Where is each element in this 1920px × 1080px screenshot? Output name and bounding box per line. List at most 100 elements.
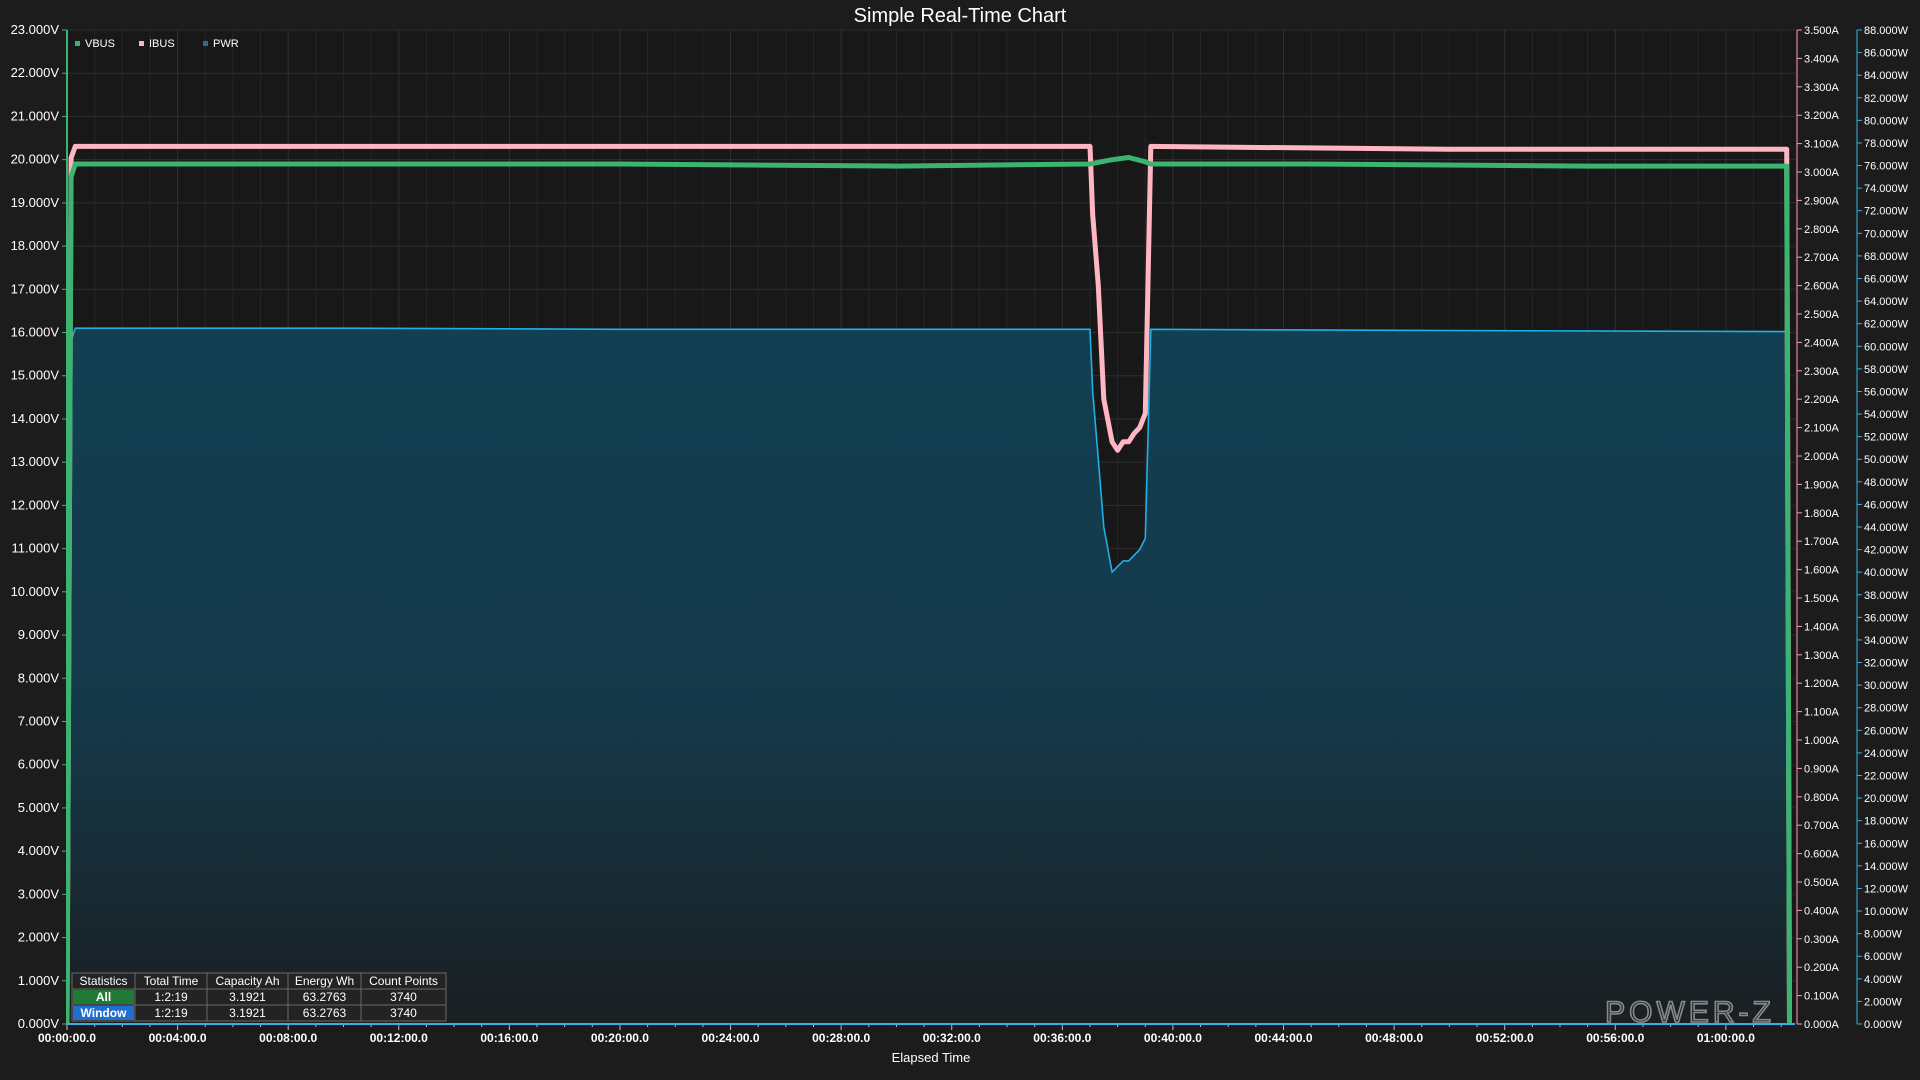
- y-tick-label-current: 1.600A: [1804, 565, 1840, 577]
- x-tick-label: 01:00:00.0: [1697, 1031, 1755, 1045]
- stats-cell: 3.1921: [229, 1006, 266, 1020]
- x-tick-label: 00:00:00.0: [38, 1031, 96, 1045]
- y-tick-label-current: 2.200A: [1804, 394, 1840, 406]
- y-tick-label-power: 84.000W: [1864, 70, 1909, 82]
- x-tick-label: 00:16:00.0: [480, 1031, 538, 1045]
- y-tick-label-voltage: 22.000V: [11, 65, 60, 80]
- y-tick-label-power: 64.000W: [1864, 296, 1909, 308]
- y-tick-label-voltage: 16.000V: [11, 325, 60, 340]
- y-tick-label-power: 12.000W: [1864, 883, 1909, 895]
- y-tick-label-voltage: 15.000V: [11, 368, 60, 383]
- y-tick-label-power: 76.000W: [1864, 161, 1909, 173]
- x-axis-label: Elapsed Time: [892, 1050, 971, 1065]
- y-tick-label-power: 74.000W: [1864, 183, 1909, 195]
- y-tick-label-current: 0.700A: [1804, 820, 1840, 832]
- x-tick-label: 00:12:00.0: [370, 1031, 428, 1045]
- y-tick-label-voltage: 21.000V: [11, 108, 60, 123]
- y-tick-label-current: 0.200A: [1804, 962, 1840, 974]
- x-axis: 00:00:00.0 00:04:00.0 00:08:00.0 00:12:00.0…: [38, 1031, 1755, 1045]
- legend-label: PWR: [213, 38, 239, 50]
- y-tick-label-current: 3.200A: [1804, 110, 1840, 122]
- y-tick-label-voltage: 17.000V: [11, 281, 60, 296]
- y-tick-label-current: 3.000A: [1804, 167, 1840, 179]
- stats-cell: 3740: [390, 1006, 417, 1020]
- brand-logo: POWER-Z: [1605, 996, 1775, 1029]
- y-tick-label-power: 18.000W: [1864, 816, 1909, 828]
- x-tick-label: 00:44:00.0: [1254, 1031, 1312, 1045]
- y-tick-label-power: 82.000W: [1864, 93, 1909, 105]
- legend: VBUS IBUS PWR: [75, 38, 239, 50]
- y-tick-label-power: 60.000W: [1864, 341, 1909, 353]
- y-tick-label-voltage: 14.000V: [11, 411, 60, 426]
- y-tick-label-power: 88.000W: [1864, 25, 1909, 37]
- y-tick-label-current: 1.700A: [1804, 536, 1840, 548]
- y-axis-current: 0.000A 0.100A 0.200A 0.300A 0.400A 0.500A 0.60…: [1804, 25, 1840, 1031]
- y-tick-label-current: 1.500A: [1804, 593, 1840, 605]
- y-tick-label-current: 0.100A: [1804, 991, 1840, 1003]
- y-tick-label-current: 2.500A: [1804, 309, 1840, 321]
- x-tick-label: 00:28:00.0: [812, 1031, 870, 1045]
- x-tick-label: 00:20:00.0: [591, 1031, 649, 1045]
- y-tick-label-voltage: 7.000V: [18, 713, 60, 728]
- stats-cell: 1:2:19: [154, 990, 188, 1004]
- y-tick-label-power: 36.000W: [1864, 612, 1909, 624]
- y-tick-label-voltage: 20.000V: [11, 152, 60, 167]
- y-tick-label-power: 62.000W: [1864, 319, 1909, 331]
- x-tick-label: 00:08:00.0: [259, 1031, 317, 1045]
- y-tick-label-current: 0.400A: [1804, 905, 1840, 917]
- y-tick-label-power: 30.000W: [1864, 680, 1909, 692]
- y-tick-label-voltage: 4.000V: [18, 843, 60, 858]
- y-tick-label-current: 2.300A: [1804, 366, 1840, 378]
- y-tick-label-power: 72.000W: [1864, 206, 1909, 218]
- stats-cell: 1:2:19: [154, 1006, 188, 1020]
- y-tick-label-power: 24.000W: [1864, 748, 1909, 760]
- stats-row-label: Window: [81, 1006, 128, 1020]
- stats-row-label: All: [96, 990, 111, 1004]
- x-tick-label: 00:48:00.0: [1365, 1031, 1423, 1045]
- stats-cell: 3.1921: [229, 990, 266, 1004]
- y-tick-label-power: 48.000W: [1864, 477, 1909, 489]
- y-tick-label-power: 28.000W: [1864, 703, 1909, 715]
- y-tick-label-current: 1.200A: [1804, 678, 1840, 690]
- y-tick-label-current: 1.100A: [1804, 707, 1840, 719]
- y-tick-label-voltage: 6.000V: [18, 757, 60, 772]
- stats-header: Total Time: [144, 974, 199, 988]
- y-tick-label-voltage: 18.000V: [11, 238, 60, 253]
- stats-cell: 63.2763: [303, 1006, 347, 1020]
- y-tick-label-current: 2.100A: [1804, 423, 1840, 435]
- series-area-pwr: [67, 328, 1790, 1024]
- y-tick-label-current: 1.800A: [1804, 508, 1840, 520]
- y-tick-label-current: 3.400A: [1804, 53, 1840, 65]
- y-tick-label-power: 38.000W: [1864, 590, 1909, 602]
- y-tick-label-current: 0.600A: [1804, 849, 1840, 861]
- chart: Simple Real-Time Chart 0.000V 1.000V 2.000…: [11, 5, 1909, 1065]
- x-tick-label: 00:32:00.0: [923, 1031, 981, 1045]
- chart-window: Simple Real-Time Chart 0.000V 1.000V 2.000…: [0, 0, 1920, 1080]
- y-tick-label-power: 58.000W: [1864, 364, 1909, 376]
- y-tick-label-current: 2.600A: [1804, 281, 1840, 293]
- y-tick-label-current: 0.300A: [1804, 934, 1840, 946]
- y-tick-label-power: 80.000W: [1864, 115, 1909, 127]
- y-tick-label-power: 6.000W: [1864, 951, 1903, 963]
- y-axis-power: 0.000W 2.000W 4.000W 6.000W 8.000W 10.000W 12.…: [1864, 25, 1909, 1031]
- y-tick-label-current: 1.400A: [1804, 621, 1840, 633]
- y-tick-label-current: 2.800A: [1804, 224, 1840, 236]
- y-tick-label-voltage: 8.000V: [18, 670, 60, 685]
- y-tick-label-current: 0.500A: [1804, 877, 1840, 889]
- y-tick-label-current: 2.000A: [1804, 451, 1840, 463]
- y-tick-label-power: 78.000W: [1864, 138, 1909, 150]
- y-tick-label-voltage: 1.000V: [18, 973, 60, 988]
- y-tick-label-power: 50.000W: [1864, 454, 1909, 466]
- y-tick-label-current: 0.000A: [1804, 1019, 1840, 1031]
- stats-cell: 63.2763: [303, 990, 347, 1004]
- y-tick-label-power: 16.000W: [1864, 838, 1909, 850]
- y-tick-label-power: 68.000W: [1864, 251, 1909, 263]
- stats-header: Energy Wh: [295, 974, 354, 988]
- y-tick-label-current: 0.800A: [1804, 792, 1840, 804]
- x-tick-label: 00:56:00.0: [1586, 1031, 1644, 1045]
- y-tick-label-power: 20.000W: [1864, 793, 1909, 805]
- stats-cell: 3740: [390, 990, 417, 1004]
- y-tick-label-voltage: 23.000V: [11, 22, 60, 37]
- y-tick-label-voltage: 3.000V: [18, 886, 60, 901]
- legend-swatch: [203, 41, 208, 46]
